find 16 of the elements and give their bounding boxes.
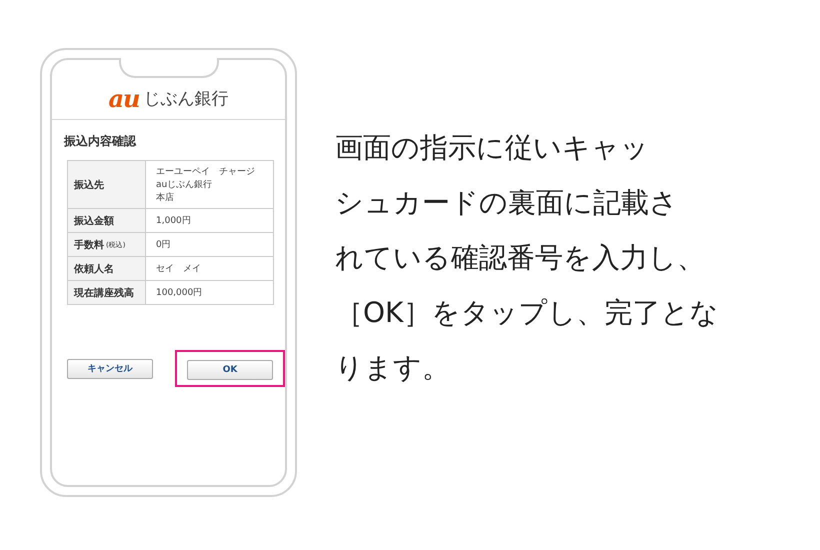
- page-title: 振込内容確認: [64, 133, 138, 150]
- table-cell-text: 100,000円: [155, 287, 204, 300]
- row-label: 手数料: [74, 238, 104, 252]
- table-label-cell: 振込先: [68, 161, 146, 209]
- instruction-text: 画面の指示に従いキャッ シュカードの裏面に記載さ れている確認番号を入力し、 ［OK］をタップし、完了とな ります。: [335, 130, 718, 386]
- table-cell: セイ メイ: [146, 257, 273, 281]
- table-cell: 1,000円: [146, 209, 273, 233]
- cancel-button[interactable]: キャンセル: [67, 358, 153, 378]
- table-label-cell: 振込金額: [68, 209, 146, 233]
- logo-mark: au: [108, 84, 140, 113]
- table-label-cell: 依頼人名: [68, 257, 146, 281]
- table-cell: エーユーペイ チャージ auじぶん銀行 本店: [146, 161, 273, 209]
- table-cell: 0円: [146, 233, 273, 257]
- ok-button[interactable]: OK: [187, 360, 273, 380]
- table-label-cell: 現在講座残高: [68, 281, 146, 304]
- logo-name: じぶん銀行: [144, 88, 228, 110]
